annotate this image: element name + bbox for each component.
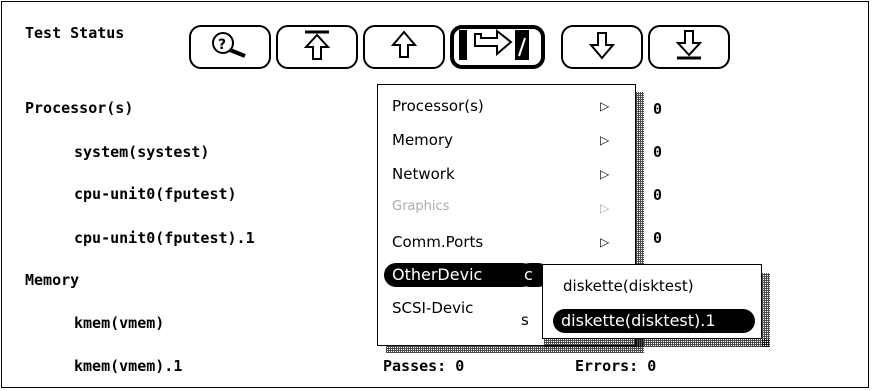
menu-item-other-devices[interactable]: OtherDevic [384, 263, 534, 287]
list-item[interactable]: Processor(s) [25, 99, 133, 117]
move-up-button[interactable] [363, 25, 445, 69]
list-item[interactable]: system(systest) [74, 143, 209, 161]
list-item[interactable]: kmem(vmem).1 [74, 357, 182, 375]
move-to-top-button[interactable] [276, 25, 358, 69]
menu-item-scsi-devices[interactable]: SCSI-Devic [392, 299, 473, 317]
passes-label: Passes: 0 [383, 357, 465, 375]
other-devices-submenu: diskette(disktest) diskette(disktest).1 [542, 264, 762, 339]
panel-title: Test Status [25, 24, 125, 42]
move-to-top-icon [302, 29, 332, 65]
menu-item-label: OtherDevic [392, 265, 483, 284]
errors-label: Errors: 0 [575, 357, 657, 375]
submenu-item-diskette-1[interactable]: diskette(disktest).1 [553, 309, 755, 333]
list-item[interactable]: cpu-unit0(fputest) [74, 185, 237, 203]
errors-value: 0 [653, 100, 663, 118]
menu-item-comm-ports[interactable]: Comm.Ports [392, 233, 483, 251]
list-item[interactable]: cpu-unit0(fputest).1 [74, 229, 255, 247]
submenu-cursor-button[interactable] [450, 25, 545, 69]
submenu-arrow-icon: ▷ [600, 235, 610, 249]
list-item[interactable]: kmem(vmem) [74, 314, 164, 332]
move-up-icon [389, 29, 419, 65]
submenu-cursor-icon [453, 28, 543, 66]
submenu-arrow-icon: ▷ [600, 99, 610, 113]
submenu-arrow-icon: ▷ [600, 167, 610, 181]
submenu-item-diskette[interactable]: diskette(disktest) [563, 277, 694, 295]
errors-value: 0 [653, 143, 663, 161]
move-down-button[interactable] [561, 25, 643, 69]
move-to-bottom-button[interactable] [648, 25, 730, 69]
help-button[interactable]: ? [189, 25, 271, 69]
submenu-arrow-icon: ▷ [600, 133, 610, 147]
submenu-fragment: s [521, 311, 529, 329]
errors-value: 0 [653, 229, 663, 247]
list-item[interactable]: Memory [25, 271, 79, 289]
menu-item-memory[interactable]: Memory [392, 131, 453, 149]
move-down-icon [587, 29, 617, 65]
menu-item-network[interactable]: Network [392, 165, 455, 183]
move-to-bottom-icon [674, 29, 704, 65]
submenu-item-label: diskette(disktest).1 [561, 311, 716, 330]
submenu-shadow [544, 339, 770, 347]
svg-text:?: ? [218, 37, 226, 53]
help-search-icon: ? [205, 30, 255, 64]
errors-value: 0 [653, 186, 663, 204]
menu-item-processors[interactable]: Processor(s) [392, 97, 484, 115]
menu-item-graphics: Graphics [392, 199, 450, 214]
submenu-arrow-icon: ▷ [600, 201, 610, 215]
submenu-shadow [762, 273, 770, 347]
